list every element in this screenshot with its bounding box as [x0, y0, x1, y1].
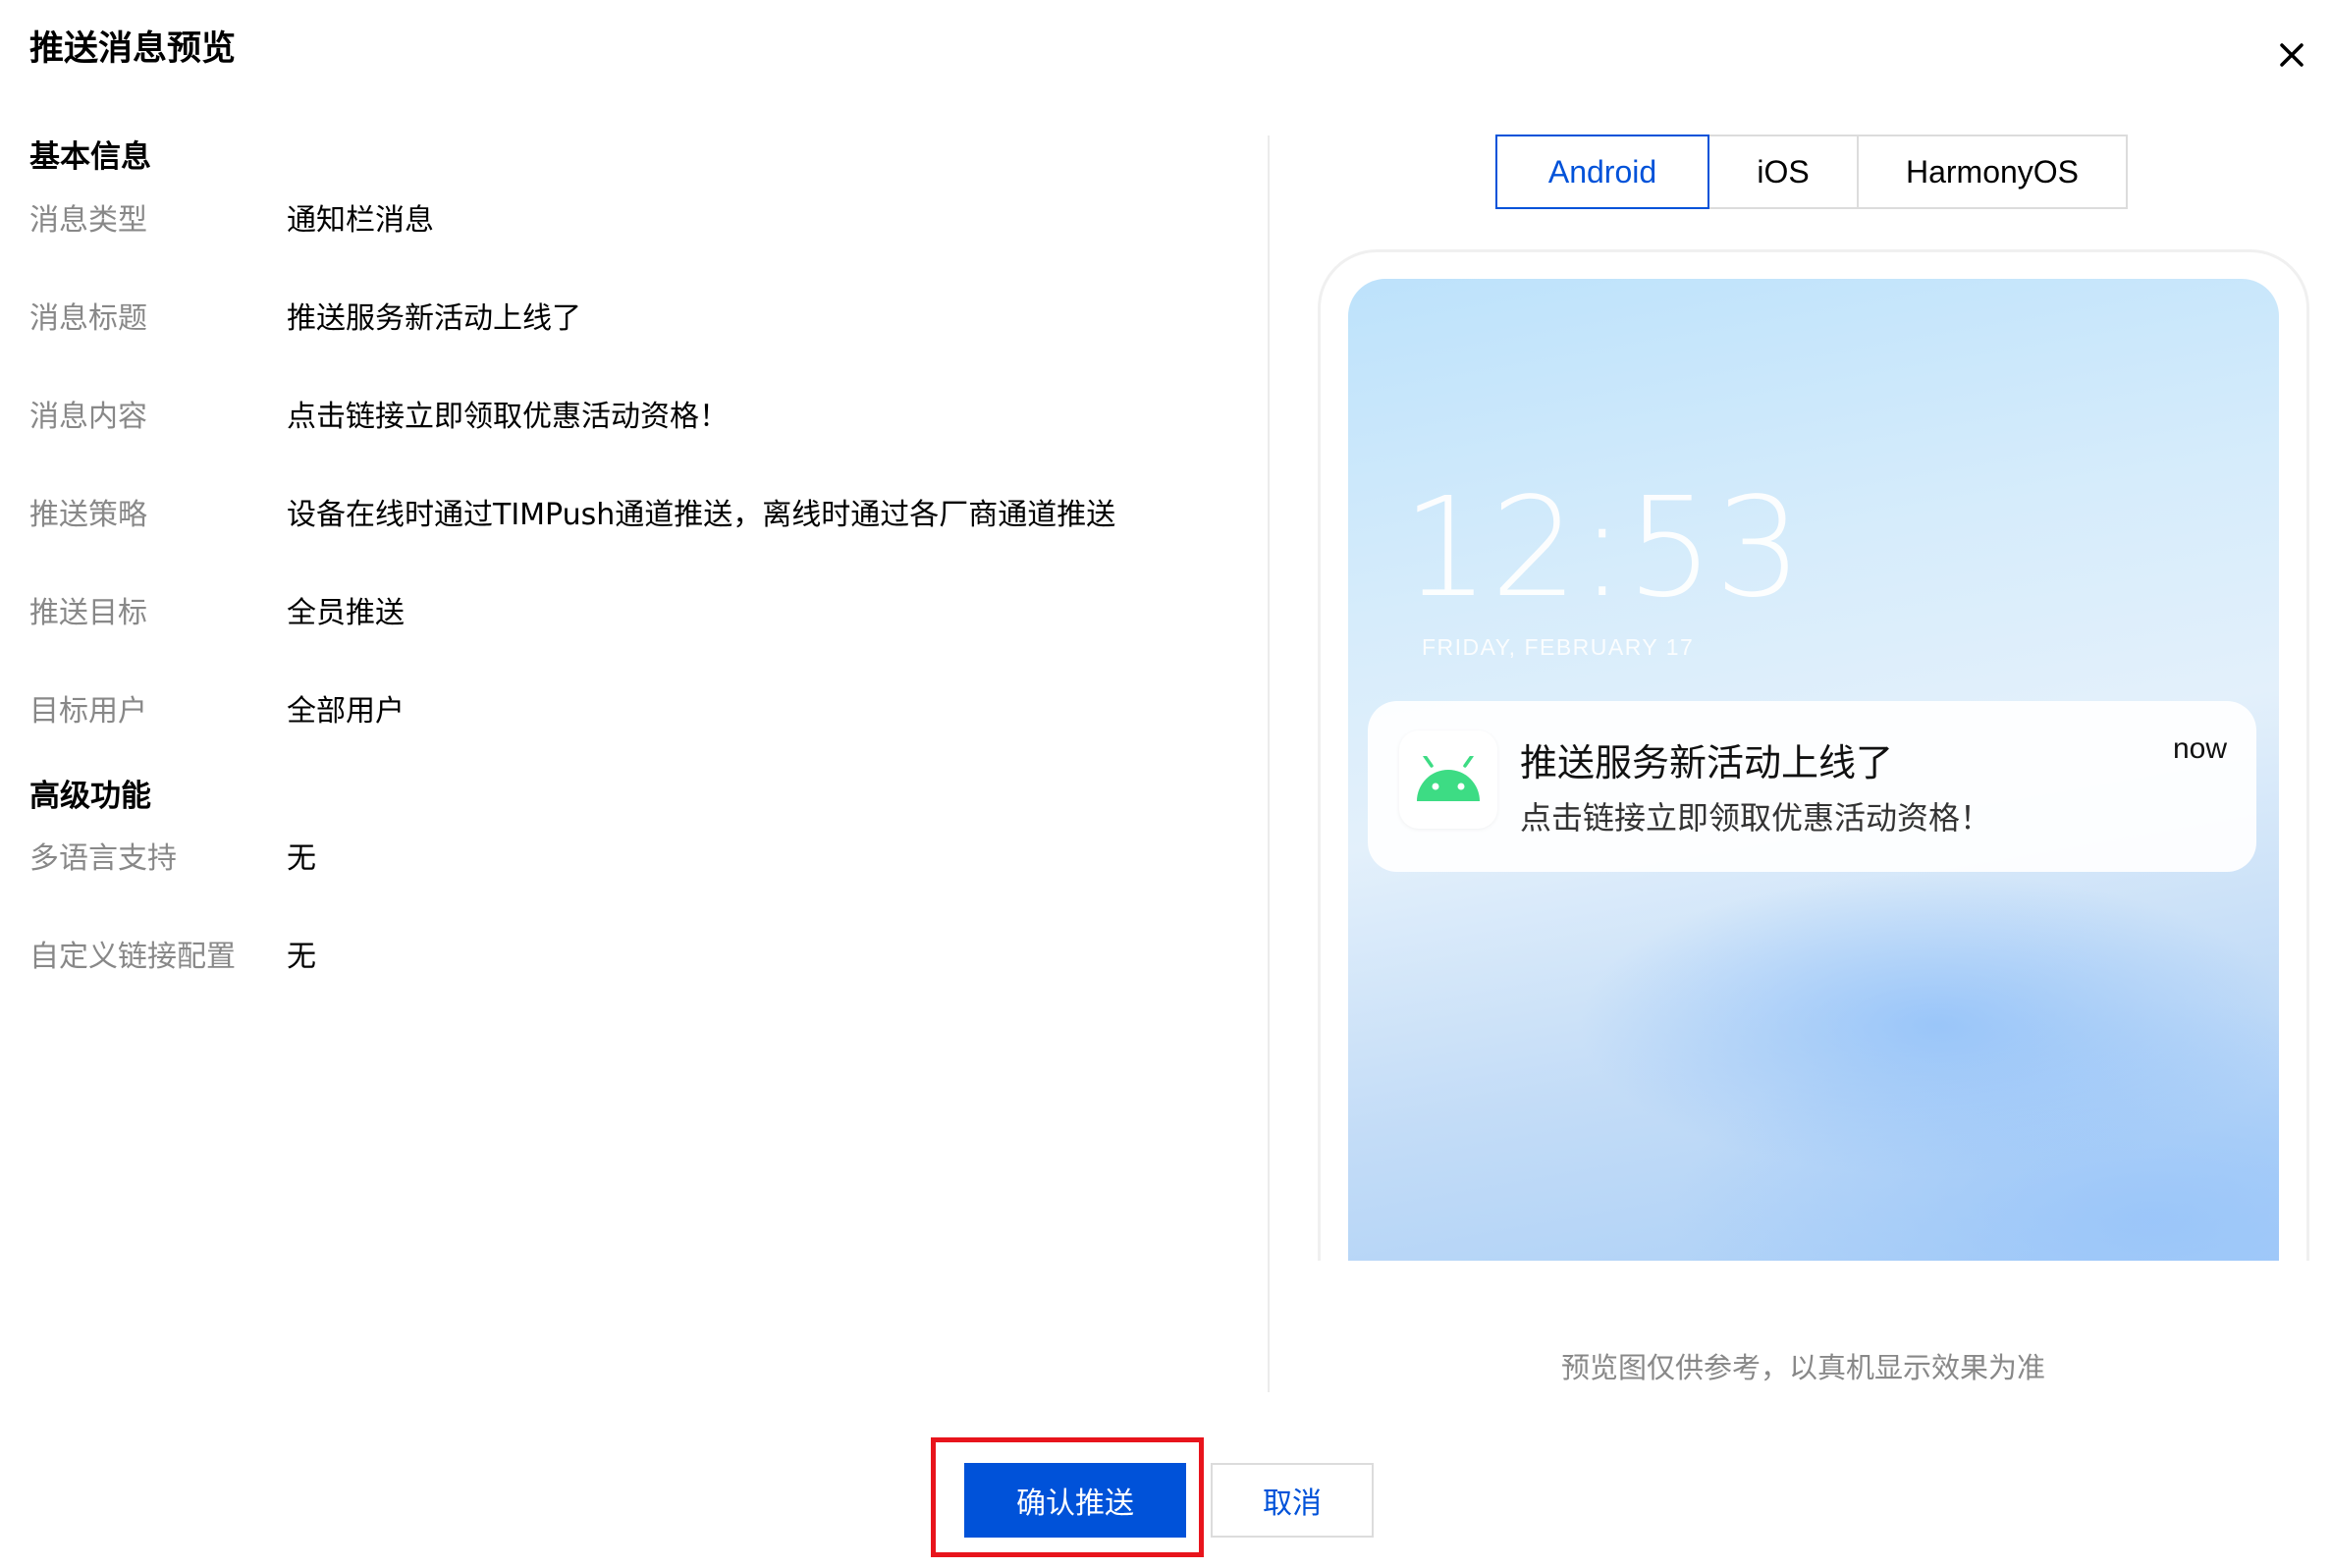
- info-label: 推送目标: [29, 596, 147, 630]
- info-row-message-content: 消息内容 点击链接立即领取优惠活动资格！: [29, 389, 729, 438]
- notification-app-icon: [1399, 730, 1497, 829]
- info-row-custom-link: 自定义链接配置 无: [29, 929, 316, 978]
- info-label: 消息标题: [29, 301, 147, 336]
- info-row-message-title: 消息标题 推送服务新活动上线了: [29, 291, 581, 340]
- confirm-push-button[interactable]: 确认推送: [964, 1463, 1186, 1538]
- close-button[interactable]: [2268, 31, 2315, 79]
- info-label: 多语言支持: [29, 841, 177, 876]
- tab-ios[interactable]: iOS: [1708, 135, 1859, 209]
- info-row-push-strategy: 推送策略 设备在线时通过TIMPush通道推送，离线时通过各厂商通道推送: [29, 487, 1115, 536]
- info-label: 目标用户: [29, 694, 147, 729]
- notification-card: 推送服务新活动上线了 点击链接立即领取优惠活动资格！ now: [1368, 701, 2256, 872]
- lock-screen-date: FRIDAY, FEBRUARY 17: [1422, 634, 1695, 660]
- info-label: 消息内容: [29, 400, 147, 434]
- tab-harmonyos[interactable]: HarmonyOS: [1857, 135, 2128, 209]
- info-value: 全部用户: [287, 694, 405, 729]
- advanced-title: 高级功能: [29, 779, 151, 814]
- info-value: 全员推送: [287, 596, 405, 630]
- platform-tabs: Android iOS HarmonyOS: [1495, 135, 2128, 209]
- tab-android[interactable]: Android: [1495, 135, 1709, 209]
- info-value: 点击链接立即领取优惠活动资格！: [287, 400, 729, 434]
- info-row-message-type: 消息类型 通知栏消息: [29, 192, 434, 242]
- info-value: 无: [287, 841, 316, 876]
- basic-info-title: 基本信息: [29, 139, 151, 175]
- notification-title: 推送服务新活动上线了: [1520, 741, 1894, 784]
- dialog-title: 推送消息预览: [29, 29, 237, 69]
- android-icon: [1417, 756, 1480, 801]
- preview-disclaimer: 预览图仅供参考，以真机显示效果为准: [1561, 1351, 2046, 1384]
- info-label: 推送策略: [29, 498, 147, 532]
- cancel-button[interactable]: 取消: [1211, 1463, 1374, 1538]
- info-row-push-target: 推送目标 全员推送: [29, 585, 405, 634]
- lock-screen-time: 12:53: [1402, 468, 1804, 628]
- info-row-multi-language: 多语言支持 无: [29, 831, 316, 880]
- push-preview-dialog: 推送消息预览 基本信息 消息类型 通知栏消息 消息标题 推送服务新活动上线了 消…: [0, 0, 2331, 1568]
- info-label: 消息类型: [29, 203, 147, 238]
- info-label: 自定义链接配置: [29, 940, 236, 974]
- panel-divider: [1268, 135, 1270, 1392]
- phone-lock-screen: 12:53 FRIDAY, FEBRUARY 17 推送服务新活动上线了 点击链…: [1348, 279, 2279, 1261]
- info-value: 推送服务新活动上线了: [287, 301, 581, 336]
- notification-time: now: [2172, 732, 2227, 765]
- notification-body: 点击链接立即领取优惠活动资格！: [1520, 799, 1992, 837]
- info-value: 设备在线时通过TIMPush通道推送，离线时通过各厂商通道推送: [287, 498, 1116, 532]
- info-value: 通知栏消息: [287, 203, 434, 238]
- close-icon: [2280, 43, 2304, 67]
- info-value: 无: [287, 940, 316, 974]
- info-row-target-users: 目标用户 全部用户: [29, 683, 405, 732]
